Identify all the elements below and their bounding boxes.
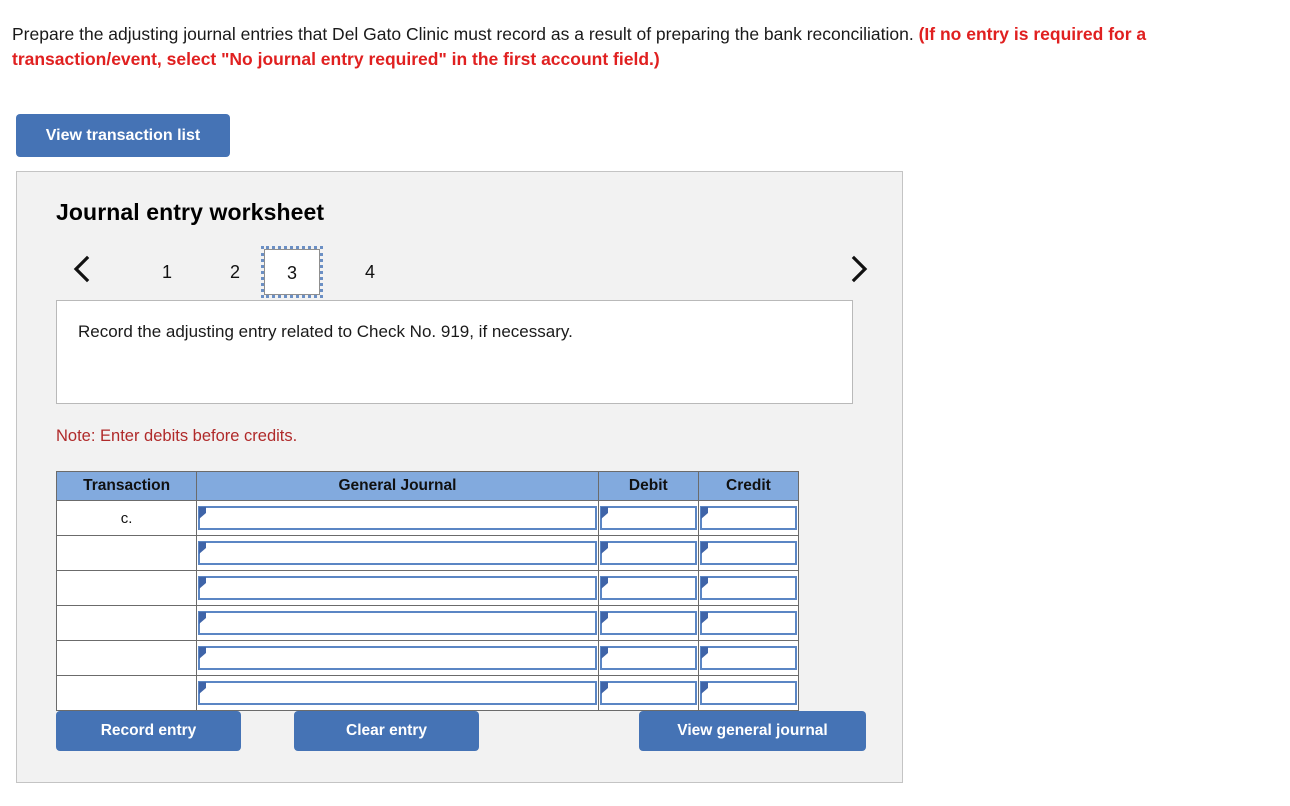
- pager-tab-1[interactable]: 1: [139, 249, 195, 295]
- pager-tab-4[interactable]: 4: [342, 249, 398, 295]
- table-header-row: Transaction General Journal Debit Credit: [55, 471, 800, 501]
- column-header-general-journal: General Journal: [196, 471, 599, 501]
- chevron-left-icon: [71, 254, 93, 284]
- debit-input[interactable]: [599, 541, 697, 565]
- dropdown-marker-icon: [700, 682, 708, 694]
- general-journal-select[interactable]: [198, 681, 597, 705]
- credit-input[interactable]: [699, 541, 797, 565]
- dropdown-marker-icon: [199, 577, 207, 589]
- dropdown-marker-icon: [600, 647, 608, 659]
- credit-input[interactable]: [699, 681, 797, 705]
- dropdown-marker-icon: [700, 647, 708, 659]
- dropdown-marker-icon: [199, 507, 207, 519]
- pager-tab-3[interactable]: 3: [261, 246, 323, 298]
- prompt-text: Prepare the adjusting journal entries th…: [12, 22, 1242, 72]
- table-row: [55, 640, 800, 676]
- column-header-credit: Credit: [697, 471, 800, 501]
- prompt-main-text: Prepare the adjusting journal entries th…: [12, 24, 914, 44]
- table-row: [55, 605, 800, 641]
- general-journal-cell[interactable]: [196, 500, 599, 536]
- credit-cell[interactable]: [697, 675, 800, 711]
- question-box: Record the adjusting entry related to Ch…: [56, 300, 853, 404]
- page-title: Journal entry worksheet: [56, 199, 325, 225]
- transaction-label-cell: [55, 570, 198, 606]
- debit-cell[interactable]: [597, 640, 699, 676]
- dropdown-marker-icon: [199, 647, 207, 659]
- credit-input[interactable]: [699, 506, 797, 530]
- general-journal-select[interactable]: [198, 576, 597, 600]
- journal-entry-table: Transaction General Journal Debit Credit…: [55, 471, 800, 711]
- dropdown-marker-icon: [600, 577, 608, 589]
- general-journal-select[interactable]: [198, 611, 597, 635]
- transaction-label-cell: c.: [55, 500, 198, 536]
- dropdown-marker-icon: [700, 612, 708, 624]
- pager-next-button[interactable]: [842, 244, 876, 294]
- general-journal-select[interactable]: [198, 506, 597, 530]
- chevron-right-icon: [848, 254, 870, 284]
- credit-input[interactable]: [699, 611, 797, 635]
- view-general-journal-button[interactable]: View general journal: [639, 711, 866, 751]
- table-row: [55, 570, 800, 606]
- dropdown-marker-icon: [600, 612, 608, 624]
- debit-input[interactable]: [599, 681, 697, 705]
- table-row: c.: [55, 500, 800, 536]
- dropdown-marker-icon: [600, 507, 608, 519]
- pager-tab-2[interactable]: 2: [207, 249, 263, 295]
- general-journal-cell[interactable]: [196, 570, 599, 606]
- credit-cell[interactable]: [697, 500, 800, 536]
- credit-input[interactable]: [699, 576, 797, 600]
- dropdown-marker-icon: [700, 577, 708, 589]
- credit-cell[interactable]: [697, 570, 800, 606]
- dropdown-marker-icon: [700, 507, 708, 519]
- debit-cell[interactable]: [597, 675, 699, 711]
- column-header-debit: Debit: [597, 471, 699, 501]
- debit-input[interactable]: [599, 506, 697, 530]
- view-transaction-list-button[interactable]: View transaction list: [16, 114, 230, 157]
- question-text: Record the adjusting entry related to Ch…: [78, 322, 573, 341]
- dropdown-marker-icon: [199, 612, 207, 624]
- transaction-label-cell: [55, 640, 198, 676]
- general-journal-select[interactable]: [198, 541, 597, 565]
- debit-input[interactable]: [599, 576, 697, 600]
- pager-previous-button[interactable]: [65, 244, 99, 294]
- dropdown-marker-icon: [700, 542, 708, 554]
- debit-cell[interactable]: [597, 535, 699, 571]
- general-journal-cell[interactable]: [196, 605, 599, 641]
- debit-input[interactable]: [599, 646, 697, 670]
- table-row: [55, 535, 800, 571]
- table-row: [55, 675, 800, 711]
- credit-input[interactable]: [699, 646, 797, 670]
- transaction-label-cell: [55, 605, 198, 641]
- worksheet-pager: 1 2 3 4: [56, 244, 876, 298]
- credit-cell[interactable]: [697, 605, 800, 641]
- clear-entry-button[interactable]: Clear entry: [294, 711, 479, 751]
- general-journal-select[interactable]: [198, 646, 597, 670]
- dropdown-marker-icon: [600, 682, 608, 694]
- column-header-transaction: Transaction: [55, 471, 198, 501]
- credit-cell[interactable]: [697, 535, 800, 571]
- general-journal-cell[interactable]: [196, 675, 599, 711]
- journal-entry-worksheet-panel: Journal entry worksheet 1 2 3 4 Record t…: [16, 171, 903, 783]
- debit-input[interactable]: [599, 611, 697, 635]
- dropdown-marker-icon: [199, 682, 207, 694]
- debit-cell[interactable]: [597, 570, 699, 606]
- debit-cell[interactable]: [597, 605, 699, 641]
- dropdown-marker-icon: [199, 542, 207, 554]
- debits-before-credits-note: Note: Enter debits before credits.: [56, 427, 298, 445]
- credit-cell[interactable]: [697, 640, 800, 676]
- general-journal-cell[interactable]: [196, 535, 599, 571]
- dropdown-marker-icon: [600, 542, 608, 554]
- record-entry-button[interactable]: Record entry: [56, 711, 241, 751]
- transaction-label-cell: [55, 675, 198, 711]
- transaction-label-cell: [55, 535, 198, 571]
- general-journal-cell[interactable]: [196, 640, 599, 676]
- debit-cell[interactable]: [597, 500, 699, 536]
